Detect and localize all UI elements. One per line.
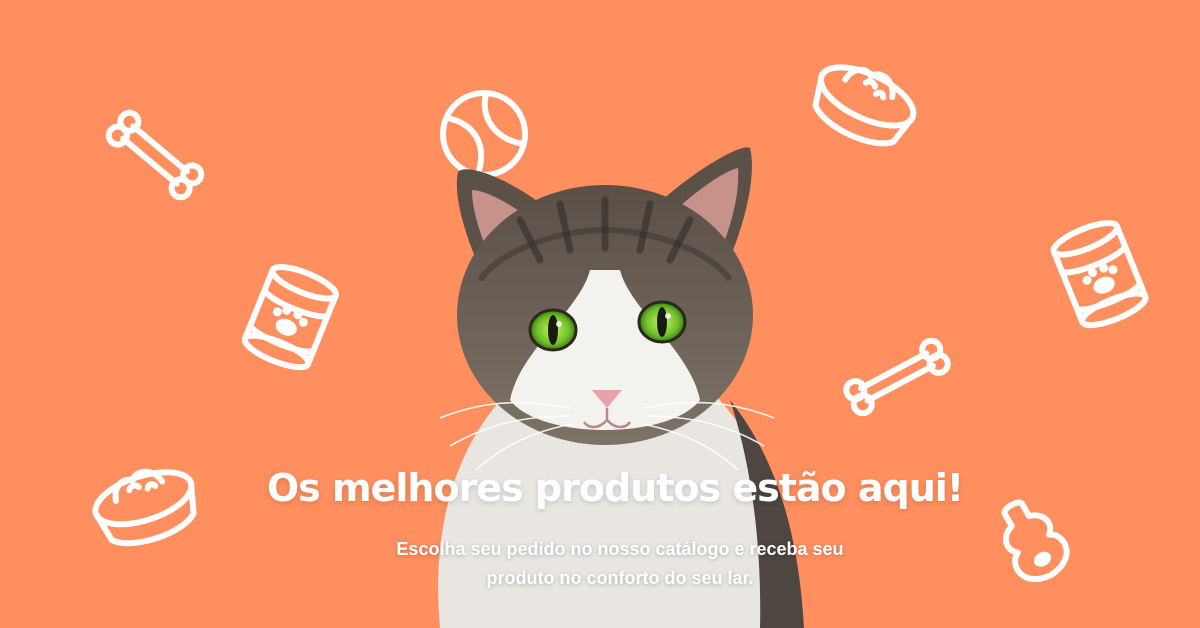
headline: Os melhores produtos estão aqui! [266,466,964,510]
food-bowl-icon [808,46,923,156]
promo-banner: Os melhores produtos estão aqui! Escolha… [0,0,1200,628]
pet-food-can-icon [1046,216,1154,334]
bone-icon [838,334,956,420]
pet-food-can-icon [236,262,344,374]
subline-1: Escolha seu pedido no nosso catálogo e r… [396,539,844,559]
bone-icon [100,100,210,210]
subline-2: produto no conforto do seu lar. [486,568,754,588]
